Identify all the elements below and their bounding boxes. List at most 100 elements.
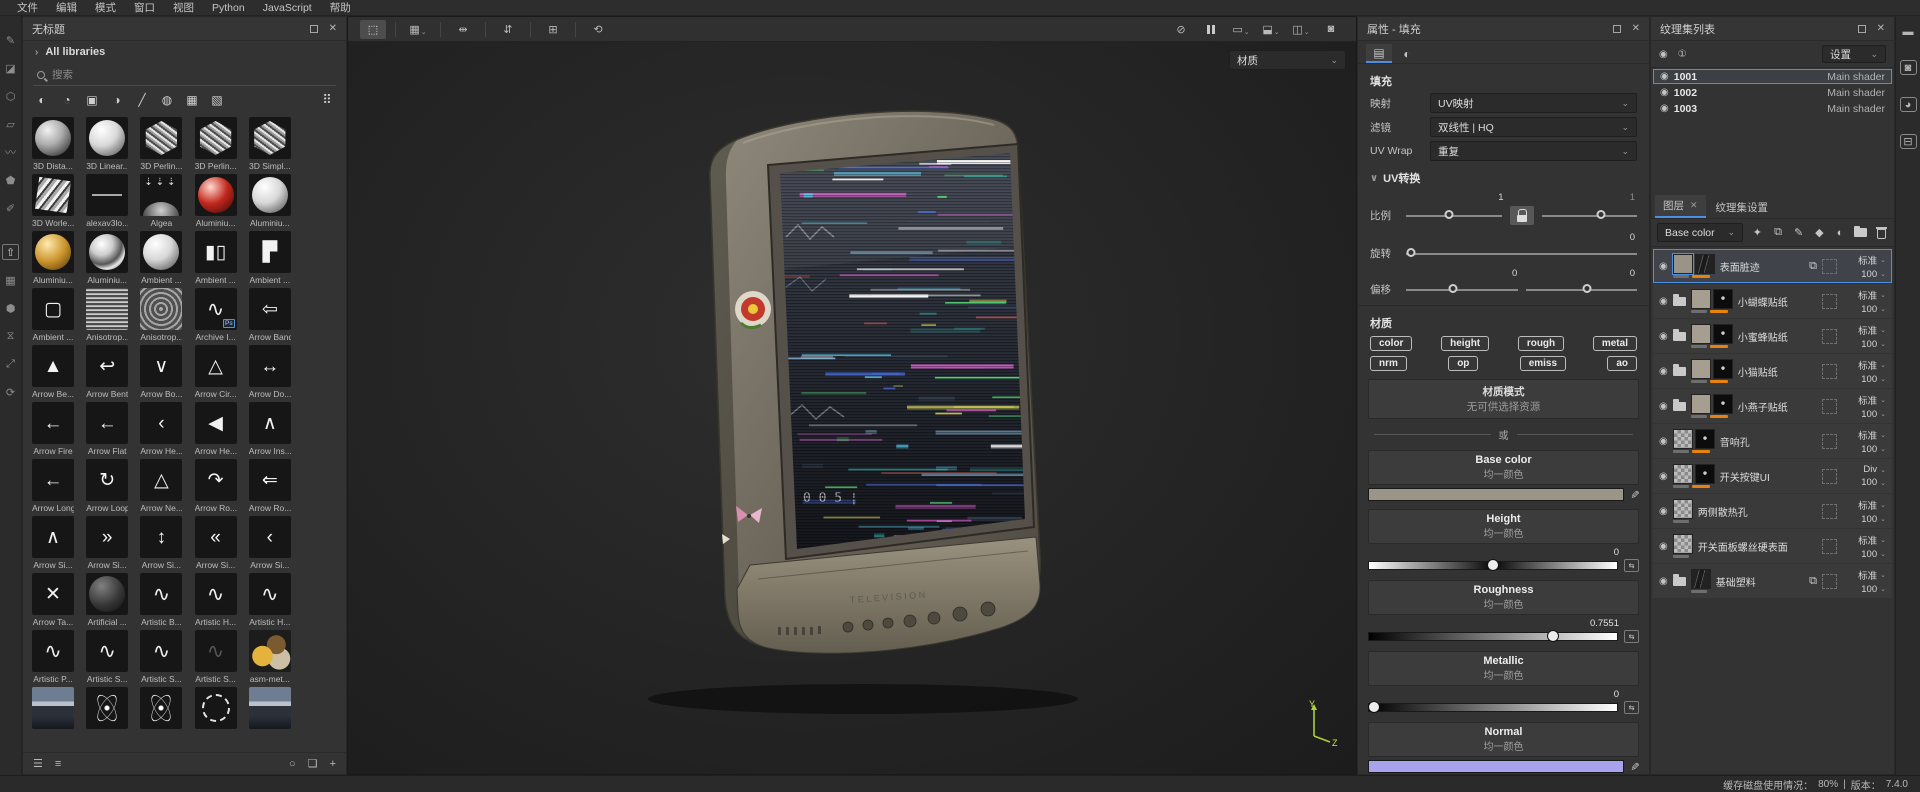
channel-toggle-color[interactable]: color bbox=[1370, 336, 1413, 351]
scale-lock-button[interactable] bbox=[1509, 206, 1534, 225]
close-panel-icon[interactable]: ✕ bbox=[329, 23, 337, 34]
menu-item-模式[interactable]: 模式 bbox=[86, 0, 125, 16]
channel-header-base-color[interactable]: Base color 均一颜色 bbox=[1368, 450, 1639, 485]
asset-item[interactable]: Anisotrop... bbox=[140, 288, 183, 342]
channel-slider[interactable] bbox=[1368, 559, 1618, 571]
menu-item-帮助[interactable]: 帮助 bbox=[321, 0, 360, 16]
asset-item[interactable]: asm-met... bbox=[248, 630, 291, 684]
visibility-toggle-icon[interactable]: ◉ bbox=[1659, 261, 1668, 272]
asset-item[interactable]: Artificial ... bbox=[86, 573, 129, 627]
asset-item[interactable]: △ Arrow Cir... bbox=[194, 345, 237, 399]
visibility-toggle-icon[interactable]: ◉ bbox=[1660, 71, 1669, 82]
menu-item-窗口[interactable]: 窗口 bbox=[125, 0, 164, 16]
eyedropper-icon[interactable]: ✎ bbox=[1628, 762, 1641, 771]
opacity-dropdown[interactable]: 100 ⌄ bbox=[1861, 374, 1886, 385]
layer-thumbnail[interactable] bbox=[1672, 499, 1693, 519]
blend-mode-dropdown[interactable]: 标准 ⌄ bbox=[1858, 498, 1886, 512]
material-mode-button[interactable]: 材质模式 无可供选择资源 bbox=[1368, 379, 1639, 419]
uv-transform-section[interactable]: ∨ UV转换 bbox=[1370, 170, 1637, 186]
layer-thumbnail[interactable] bbox=[1690, 394, 1711, 414]
reload-resources-button[interactable]: ⟳ bbox=[2, 384, 19, 400]
blend-mode-dropdown[interactable]: Div ⌄ bbox=[1863, 464, 1886, 475]
filter-textures[interactable]: ▣ bbox=[85, 93, 99, 107]
tab-properties[interactable]: ▤ bbox=[1366, 44, 1392, 63]
layer-row[interactable]: ◉ 开关面板螺丝硬表面 标准 ⌄ 100 ⌄ bbox=[1653, 529, 1892, 563]
layer-row[interactable]: ◉ 小蜜蜂贴纸 标准 ⌄ 100 ⌄ bbox=[1653, 319, 1892, 353]
layer-row[interactable]: ◉ 小猫贴纸 标准 ⌄ 100 ⌄ bbox=[1653, 354, 1892, 388]
add-paint-layer-button[interactable]: ✎ bbox=[1792, 226, 1805, 239]
uvwrap-dropdown[interactable]: 重复 ⌄ bbox=[1430, 141, 1637, 161]
visibility-toggle-icon[interactable]: ◉ bbox=[1660, 87, 1669, 98]
asset-item[interactable]: ⇐ Arrow Ro... bbox=[248, 459, 291, 513]
layer-row[interactable]: ◉ 基础塑料 ⧉ 标准 ⌄ 100 ⌄ bbox=[1653, 564, 1892, 598]
layer-thumbnail[interactable] bbox=[1690, 359, 1711, 379]
opacity-dropdown[interactable]: 100 ⌄ bbox=[1861, 444, 1886, 455]
slider-handle[interactable] bbox=[1448, 283, 1458, 293]
snapshot-button[interactable]: ◙ bbox=[1318, 20, 1344, 39]
add-smart-material-button[interactable]: ⧉ bbox=[1772, 226, 1785, 239]
asset-item[interactable]: ▮▯ Ambient ... bbox=[194, 231, 237, 285]
expand-slider-icon[interactable]: ⇆ bbox=[1624, 701, 1639, 714]
channel-header-metallic[interactable]: Metallic 均一颜色 bbox=[1368, 651, 1639, 686]
texture-set-row[interactable]: ◉ 1002 Main shader bbox=[1653, 85, 1892, 100]
slider-handle[interactable] bbox=[1582, 283, 1592, 293]
material-picker-tool[interactable]: ✐ bbox=[2, 200, 19, 216]
layer-mask-thumbnail[interactable] bbox=[1694, 464, 1715, 484]
opacity-dropdown[interactable]: 100 ⌄ bbox=[1861, 269, 1886, 280]
layer-thumbnail[interactable] bbox=[1694, 254, 1715, 274]
layer-row[interactable]: ◉ 表面脏迹 ⧉ 标准 ⌄ 100 ⌄ bbox=[1653, 249, 1892, 283]
layer-mask-thumbnail[interactable] bbox=[1694, 429, 1715, 449]
layer-row[interactable]: ◉ 音响孔 标准 ⌄ 100 ⌄ bbox=[1653, 424, 1892, 458]
eyedropper-icon[interactable]: ✎ bbox=[1628, 490, 1641, 499]
menu-item-文件[interactable]: 文件 bbox=[8, 0, 47, 16]
channel-toggle-nrm[interactable]: nrm bbox=[1370, 356, 1407, 371]
asset-item[interactable]: ‹ Arrow Si... bbox=[248, 516, 291, 570]
geometry-mask-tool[interactable]: ▦ bbox=[2, 272, 19, 288]
bake-tool[interactable]: ⧖ bbox=[2, 328, 19, 344]
asset-item[interactable] bbox=[86, 687, 129, 741]
asset-item[interactable]: ✕ Arrow Ta... bbox=[32, 573, 74, 627]
texture-set-settings-dropdown[interactable]: 设置 ⌄ bbox=[1822, 45, 1886, 63]
asset-item[interactable]: ↕ Arrow Si... bbox=[140, 516, 183, 570]
close-panel-icon[interactable]: ✕ bbox=[1632, 23, 1640, 34]
filter-smart-masks[interactable]: ◑ bbox=[110, 93, 124, 107]
asset-item[interactable]: ∿ Artistic S... bbox=[140, 630, 183, 684]
clone-stamp-tool[interactable]: ⬟ bbox=[2, 172, 19, 188]
mesh-view-tool[interactable]: ⬢ bbox=[2, 300, 19, 316]
asset-item[interactable]: Aluminiu... bbox=[194, 174, 237, 228]
layers-channel-dropdown[interactable]: Base color ⌄ bbox=[1657, 223, 1743, 242]
filter-dropdown[interactable]: 双线性 | HQ ⌄ bbox=[1430, 117, 1637, 137]
visibility-solo-icon[interactable]: ① bbox=[1678, 49, 1687, 60]
opacity-dropdown[interactable]: 100 ⌄ bbox=[1861, 549, 1886, 560]
visibility-toggle-icon[interactable]: ◉ bbox=[1660, 103, 1669, 114]
blend-mode-dropdown[interactable]: 标准 ⌄ bbox=[1858, 393, 1886, 407]
pause-engine-button[interactable] bbox=[1198, 20, 1224, 39]
layer-thumbnail[interactable] bbox=[1672, 534, 1693, 554]
visibility-toggle-icon[interactable]: ◉ bbox=[1659, 471, 1668, 482]
add-smart-mask-button[interactable]: ◐ bbox=[1834, 227, 1847, 239]
channel-toggle-rough[interactable]: rough bbox=[1517, 336, 1565, 351]
shader-settings-button[interactable]: ◕ bbox=[1899, 97, 1917, 112]
transform-tool[interactable]: ⬚ bbox=[360, 19, 386, 39]
filter-brushes[interactable]: ╱ bbox=[135, 93, 149, 107]
asset-item[interactable]: 3D Linear... bbox=[86, 117, 129, 171]
channel-header-height[interactable]: Height 均一颜色 bbox=[1368, 509, 1639, 544]
asset-item[interactable]: ∿ Artistic B... bbox=[140, 573, 183, 627]
display-mode-dropdown[interactable]: ▭ ⌄ bbox=[1228, 20, 1254, 39]
menu-item-JavaScript[interactable]: JavaScript bbox=[254, 0, 321, 16]
channel-header-roughness[interactable]: Roughness 均一颜色 bbox=[1368, 580, 1639, 615]
asset-item[interactable]: 3D Perlin... bbox=[140, 117, 183, 171]
add-group-button[interactable] bbox=[1854, 225, 1868, 237]
history-button[interactable]: ⊟ bbox=[1899, 134, 1917, 149]
layer-thumbnail[interactable] bbox=[1690, 569, 1711, 589]
slider-handle[interactable] bbox=[1406, 247, 1416, 257]
asset-item[interactable]: Aluminiu... bbox=[248, 174, 291, 228]
blend-mode-dropdown[interactable]: 标准 ⌄ bbox=[1858, 358, 1886, 372]
asset-item[interactable]: 3D Worle... bbox=[32, 174, 74, 228]
tab-texture-set-settings[interactable]: 纹理集设置 bbox=[1708, 197, 1777, 218]
tv-model[interactable]: 0 0 5 ¦ TELEVISION bbox=[598, 87, 1098, 727]
expand-slider-icon[interactable]: ⇆ bbox=[1624, 559, 1639, 572]
collapse-panel-button[interactable]: ▬ bbox=[1903, 26, 1914, 38]
color-swatch[interactable] bbox=[1368, 760, 1624, 773]
asset-item[interactable]: ∧ Arrow Ins... bbox=[248, 402, 291, 456]
